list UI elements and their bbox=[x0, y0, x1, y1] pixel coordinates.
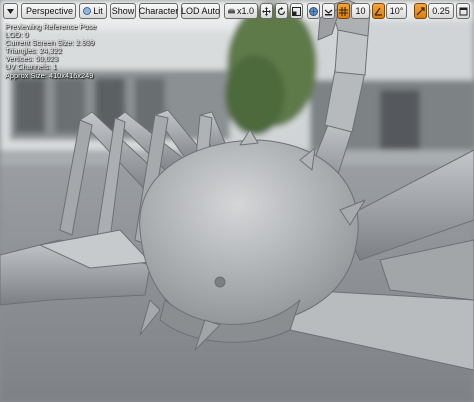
editor-viewport[interactable]: Perspective Lit Show Character LOD Auto … bbox=[0, 0, 474, 402]
move-arrows-icon bbox=[262, 6, 271, 16]
scale-snap-value[interactable]: 0.25 bbox=[428, 3, 454, 19]
surface-snap-icon bbox=[324, 9, 333, 15]
translate-mode-button[interactable] bbox=[260, 3, 273, 19]
scale-snap-value-label: 0.25 bbox=[432, 6, 450, 16]
sphere-icon bbox=[83, 7, 92, 15]
show-label: Show bbox=[111, 6, 135, 16]
scale-mode-button[interactable] bbox=[290, 3, 303, 19]
grid-snap-value[interactable]: 10 bbox=[351, 3, 370, 19]
lit-button[interactable]: Lit bbox=[79, 3, 107, 19]
maximize-icon bbox=[459, 7, 467, 15]
speed-label: x1.0 bbox=[236, 6, 254, 16]
grid-snap-value-label: 10 bbox=[355, 6, 366, 16]
character-label: Character bbox=[138, 6, 179, 16]
show-button[interactable]: Show bbox=[110, 3, 136, 19]
perspective-label: Perspective bbox=[25, 6, 74, 16]
scale-snap-icon bbox=[416, 6, 425, 15]
rotate-mode-button[interactable] bbox=[275, 3, 288, 19]
surface-snap-button[interactable] bbox=[322, 3, 335, 19]
viewport-info-overlay: Previewing Reference Pose LOD: 0 Current… bbox=[5, 22, 96, 80]
grid-icon bbox=[339, 6, 348, 16]
perspective-button[interactable]: Perspective bbox=[21, 3, 76, 19]
grid-snap-toggle[interactable] bbox=[337, 3, 350, 19]
scale-snap-toggle[interactable] bbox=[414, 3, 427, 19]
lod-label: LOD Auto bbox=[180, 6, 221, 16]
lit-label: Lit bbox=[93, 6, 103, 16]
maximize-viewport-button[interactable] bbox=[456, 3, 470, 19]
speed-icon bbox=[228, 8, 235, 13]
rotation-snap-value[interactable]: 10° bbox=[386, 3, 407, 19]
chevron-down-icon bbox=[7, 8, 14, 14]
globe-icon bbox=[309, 6, 318, 16]
info-approx-size: Approx Size: 410x416x249 bbox=[5, 70, 94, 80]
rotate-icon bbox=[277, 6, 286, 15]
rotation-snap-value-label: 10° bbox=[389, 6, 404, 16]
scale-icon bbox=[292, 6, 301, 16]
angle-icon bbox=[374, 7, 382, 16]
playback-speed-button[interactable]: x1.0 bbox=[224, 3, 258, 19]
viewport-options-dropdown[interactable] bbox=[3, 3, 18, 19]
character-button[interactable]: Character bbox=[139, 3, 178, 19]
rotation-snap-toggle[interactable] bbox=[372, 3, 385, 19]
world-local-toggle[interactable] bbox=[307, 3, 320, 19]
lod-button[interactable]: LOD Auto bbox=[181, 3, 220, 19]
